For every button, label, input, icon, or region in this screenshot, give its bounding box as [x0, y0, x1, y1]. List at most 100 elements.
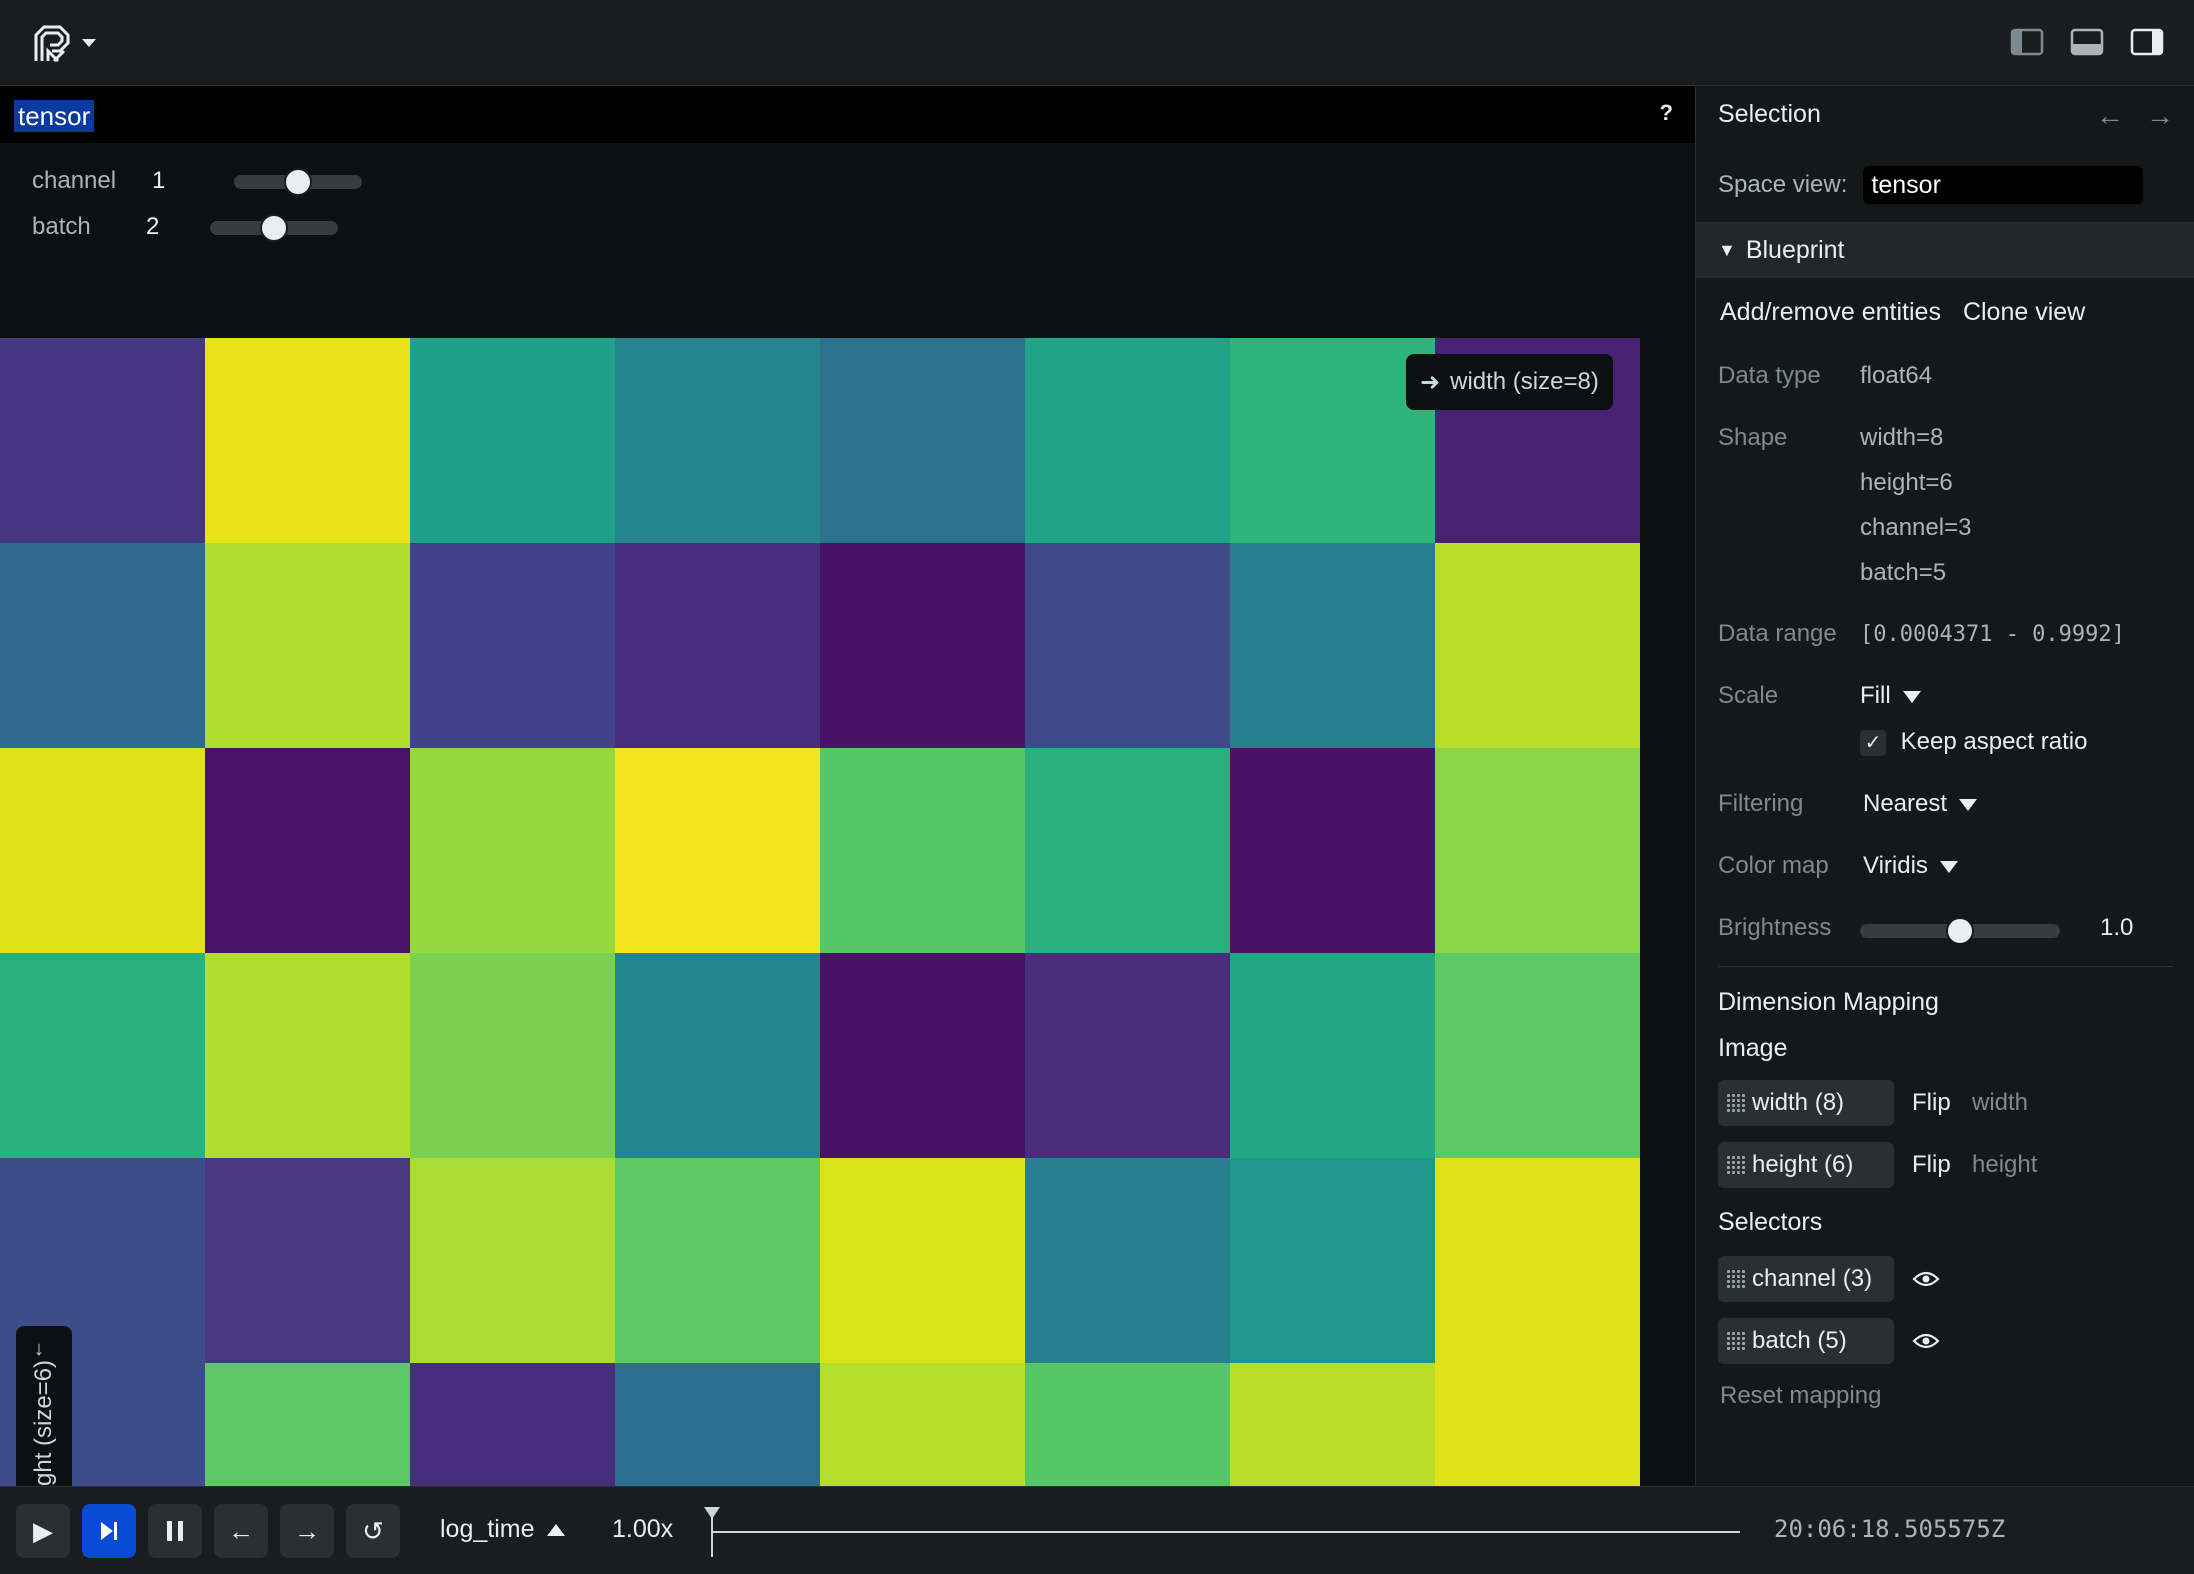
pause-button[interactable] — [148, 1504, 202, 1558]
tensor-heatmap[interactable] — [0, 338, 1640, 1568]
shape-height: height=6 — [1860, 469, 1953, 496]
channel-slider-knob[interactable] — [284, 168, 312, 196]
width-chip-label: width (8) — [1752, 1089, 1845, 1116]
step-forward-button[interactable]: → — [280, 1504, 334, 1558]
tensor-cell — [1435, 543, 1640, 748]
play-icon: ▶ — [33, 1515, 53, 1546]
tensor-cell — [0, 338, 205, 543]
height-chip-label: height (6) — [1752, 1151, 1854, 1178]
dimension-mapping-title: Dimension Mapping — [1718, 988, 1939, 1016]
rerun-logo-icon[interactable] — [30, 18, 100, 68]
drag-handle-icon — [1726, 1331, 1746, 1351]
colormap-dropdown[interactable]: Viridis — [1863, 852, 1958, 880]
tab-tensor[interactable]: tensor — [14, 100, 95, 132]
tensor-cell — [1435, 953, 1640, 1158]
drag-handle-icon — [1726, 1269, 1746, 1289]
arrow-right-icon[interactable]: → — [2146, 100, 2174, 132]
brightness-slider[interactable] — [1860, 917, 2060, 945]
timeline-track[interactable] — [712, 1531, 1740, 1533]
bottom-panel-icon[interactable] — [2070, 28, 2104, 56]
data-type-value: float64 — [1860, 362, 1933, 389]
add-remove-entities-button[interactable]: Add/remove entities — [1720, 298, 1941, 327]
triangle-down-icon: ▼ — [1718, 239, 1736, 260]
playback-speed[interactable]: 1.00x — [612, 1515, 673, 1544]
channel-slider[interactable] — [234, 168, 362, 196]
space-view-name-input[interactable]: tensor — [1863, 166, 2144, 204]
tensor-cell — [1025, 748, 1230, 953]
tensor-cell — [205, 543, 410, 748]
scale-value: Fill — [1860, 682, 1891, 709]
blueprint-section-header[interactable]: ▼ Blueprint — [1696, 222, 2194, 278]
flip-height-toggle[interactable]: Flip — [1912, 1151, 1951, 1179]
step-forward-icon: → — [294, 1515, 320, 1546]
tensor-cell — [1025, 543, 1230, 748]
brightness-label: Brightness — [1718, 914, 1832, 941]
timeline-playhead[interactable] — [702, 1505, 722, 1559]
tensor-cell — [1025, 1158, 1230, 1363]
selectors-title: Selectors — [1718, 1208, 1823, 1236]
tensor-cell — [820, 953, 1025, 1158]
space-view-label: Space view: — [1718, 171, 1848, 198]
right-panel-icon[interactable] — [2130, 28, 2164, 56]
channel-value: 1 — [152, 167, 166, 194]
batch-value: 2 — [146, 213, 160, 240]
dimension-sliders: channel 1 batch 2 — [0, 143, 1695, 338]
tensor-cell — [820, 543, 1025, 748]
blueprint-actions: Add/remove entities Clone view — [1720, 298, 2085, 327]
batch-slider[interactable] — [210, 214, 338, 242]
timeline-selector[interactable]: log_time — [440, 1515, 565, 1544]
chevron-down-icon[interactable] — [82, 39, 96, 47]
filtering-dropdown[interactable]: Nearest — [1863, 790, 1978, 818]
tensor-cell — [1230, 543, 1435, 748]
tensor-cell — [615, 1158, 820, 1363]
batch-selector-chip[interactable]: batch (5) — [1718, 1318, 1894, 1364]
left-panel-icon[interactable] — [2010, 28, 2044, 56]
pause-icon — [167, 1521, 183, 1541]
tensor-cell — [205, 748, 410, 953]
scale-dropdown[interactable]: Fill — [1860, 682, 1921, 710]
width-axis-text: width (size=8) — [1450, 368, 1599, 395]
tensor-cell — [0, 543, 205, 748]
arrow-left-icon[interactable]: ← — [2096, 100, 2124, 132]
play-button[interactable]: ▶ — [16, 1504, 70, 1558]
clone-view-button[interactable]: Clone view — [1963, 298, 2085, 327]
step-back-button[interactable]: ← — [214, 1504, 268, 1558]
channel-selector-chip[interactable]: channel (3) — [1718, 1256, 1894, 1302]
brightness-slider-knob[interactable] — [1946, 917, 1974, 945]
timeline-name: log_time — [440, 1515, 535, 1543]
follow-button[interactable] — [82, 1504, 136, 1558]
colormap-value: Viridis — [1863, 852, 1928, 879]
eye-icon[interactable] — [1912, 1269, 1940, 1289]
height-dim-chip[interactable]: height (6) — [1718, 1142, 1894, 1188]
loop-icon: ↺ — [362, 1515, 384, 1546]
batch-label: batch — [32, 213, 91, 240]
batch-slider-knob[interactable] — [260, 214, 288, 242]
tensor-cell — [410, 1158, 615, 1363]
keep-aspect-ratio-checkbox[interactable]: ✓ Keep aspect ratio — [1860, 728, 2087, 756]
arrow-right-icon: ➜ — [1420, 368, 1441, 396]
width-axis-label: ➜ width (size=8) — [1406, 354, 1613, 410]
data-range-value: [0.0004371 - 0.9992] — [1860, 622, 2125, 647]
view-tab-bar: tensor ? — [0, 86, 1695, 143]
top-bar — [0, 0, 2194, 86]
filtering-value: Nearest — [1863, 790, 1948, 817]
reset-mapping-button[interactable]: Reset mapping — [1720, 1382, 1881, 1410]
width-dim-chip[interactable]: width (8) — [1718, 1080, 1894, 1126]
tensor-cell — [205, 338, 410, 543]
tensor-cell — [1230, 748, 1435, 953]
caret-down-icon — [1959, 798, 1978, 811]
loop-button[interactable]: ↺ — [346, 1504, 400, 1558]
scale-label: Scale — [1718, 682, 1779, 709]
drag-handle-icon — [1726, 1093, 1746, 1113]
flip-width-toggle[interactable]: Flip — [1912, 1089, 1951, 1117]
shape-batch: batch=5 — [1860, 559, 1947, 586]
help-button[interactable]: ? — [1660, 100, 1673, 126]
image-section-title: Image — [1718, 1034, 1788, 1062]
tensor-viewer: tensor ? channel 1 batch 2 ➜ width (size… — [0, 86, 1695, 1568]
eye-icon[interactable] — [1912, 1331, 1940, 1351]
tensor-cell — [1435, 1158, 1640, 1363]
timeline-bar: ▶ ← → ↺ log_time 1.00x 20:06:18.505575Z — [0, 1486, 2194, 1574]
caret-down-icon — [1902, 690, 1921, 703]
tensor-cell — [1025, 338, 1230, 543]
step-play-icon — [101, 1522, 117, 1540]
